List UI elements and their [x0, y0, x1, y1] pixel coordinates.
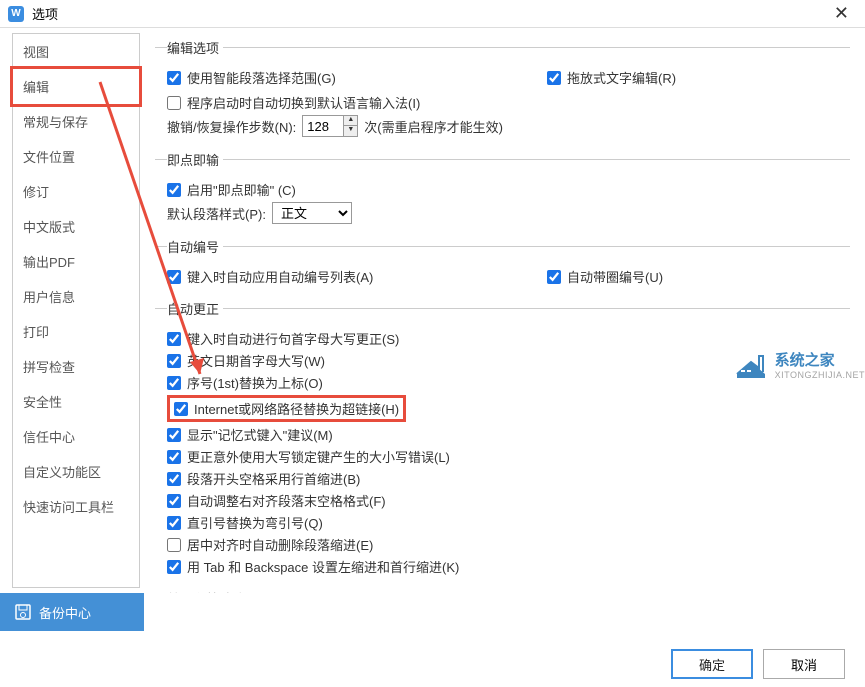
label-date-cap: 英文日期首字母大写(W) — [187, 351, 325, 370]
checkbox-autocomplete[interactable] — [167, 428, 181, 442]
label-center-indent: 居中对齐时自动删除段落缩进(E) — [187, 535, 373, 554]
fieldset-edit-options: 编辑选项 使用智能段落选择范围(G) 拖放式文字编辑(R) 程序启动时自动切换到… — [155, 38, 850, 142]
cancel-button[interactable]: 取消 — [763, 649, 845, 679]
sidebar-item-user-info[interactable]: 用户信息 — [13, 279, 139, 314]
checkbox-para-indent[interactable] — [167, 472, 181, 486]
legend-click: 即点即输 — [167, 150, 223, 169]
checkbox-center-indent[interactable] — [167, 538, 181, 552]
sidebar-item-export-pdf[interactable]: 输出PDF — [13, 244, 139, 279]
watermark: 系统之家 XITONGZHIJIA.NET — [733, 348, 865, 380]
checkbox-capslock-correct[interactable] — [167, 450, 181, 464]
label-tab-indent: 用 Tab 和 Backspace 设置左缩进和首行缩进(K) — [187, 557, 459, 576]
checkbox-internet-hyperlink[interactable] — [174, 402, 188, 416]
checkbox-right-align-space[interactable] — [167, 494, 181, 508]
label-autocomplete: 显示"记忆式键入"建议(M) — [187, 425, 333, 444]
checkbox-auto-list[interactable] — [167, 270, 181, 284]
watermark-title: 系统之家 — [775, 349, 865, 370]
label-smart-paragraph: 使用智能段落选择范围(G) — [187, 68, 336, 87]
label-smart-quotes: 直引号替换为弯引号(Q) — [187, 513, 323, 532]
sidebar-item-general-save[interactable]: 常规与保存 — [13, 104, 139, 139]
ok-button[interactable]: 确定 — [671, 649, 753, 679]
undo-steps-input[interactable] — [303, 116, 343, 136]
sidebar-item-print[interactable]: 打印 — [13, 314, 139, 349]
label-capslock-correct: 更正意外使用大写锁定键产生的大小写错误(L) — [187, 447, 450, 466]
sidebar: 视图 编辑 常规与保存 文件位置 修订 中文版式 输出PDF 用户信息 打印 拼… — [12, 33, 140, 588]
label-ordinal-super: 序号(1st)替换为上标(O) — [187, 373, 323, 392]
checkbox-auto-circle[interactable] — [547, 270, 561, 284]
checkbox-smart-quotes[interactable] — [167, 516, 181, 530]
legend-edit: 编辑选项 — [167, 38, 223, 57]
fieldset-cut-paste: 剪切和粘贴选项 — [155, 589, 850, 593]
fieldset-auto-number: 自动编号 键入时自动应用自动编号列表(A) 自动带圈编号(U) — [155, 237, 850, 291]
label-undo-suffix: 次(需重启程序才能生效) — [364, 117, 503, 136]
backup-center-button[interactable]: 备份中心 — [0, 593, 144, 631]
label-auto-ime: 程序启动时自动切换到默认语言输入法(I) — [187, 93, 420, 112]
sidebar-item-spellcheck[interactable]: 拼写检查 — [13, 349, 139, 384]
sidebar-item-trust-center[interactable]: 信任中心 — [13, 419, 139, 454]
window-title: 选项 — [32, 4, 58, 23]
checkbox-tab-indent[interactable] — [167, 560, 181, 574]
sidebar-item-quick-access[interactable]: 快速访问工具栏 — [13, 489, 139, 524]
checkbox-sentence-cap[interactable] — [167, 332, 181, 346]
checkbox-auto-ime[interactable] — [167, 96, 181, 110]
titlebar: W 选项 ✕ — [0, 0, 865, 28]
label-default-style: 默认段落样式(P): — [167, 204, 266, 223]
label-auto-list: 键入时自动应用自动编号列表(A) — [187, 267, 373, 286]
sidebar-item-view[interactable]: 视图 — [13, 34, 139, 69]
close-icon[interactable]: ✕ — [826, 3, 857, 24]
label-right-align-space: 自动调整右对齐段落末空格格式(F) — [187, 491, 386, 510]
spinner-up-icon[interactable]: ▲ — [344, 116, 357, 126]
sidebar-item-edit[interactable]: 编辑 — [10, 66, 142, 107]
spinner-down-icon[interactable]: ▼ — [344, 126, 357, 136]
checkbox-smart-paragraph[interactable] — [167, 71, 181, 85]
watermark-subtitle: XITONGZHIJIA.NET — [775, 370, 865, 380]
sidebar-item-file-location[interactable]: 文件位置 — [13, 139, 139, 174]
checkbox-enable-click[interactable] — [167, 183, 181, 197]
fieldset-autocorrect: 自动更正 键入时自动进行句首字母大写更正(S) 英文日期首字母大写(W) 序号(… — [155, 299, 850, 581]
checkbox-date-cap[interactable] — [167, 354, 181, 368]
label-sentence-cap: 键入时自动进行句首字母大写更正(S) — [187, 329, 399, 348]
backup-center-label: 备份中心 — [39, 603, 91, 622]
label-para-indent: 段落开头空格采用行首缩进(B) — [187, 469, 360, 488]
disk-icon — [15, 604, 31, 620]
fieldset-click-type: 即点即输 启用"即点即输" (C) 默认段落样式(P): 正文 — [155, 150, 850, 229]
label-auto-circle: 自动带圈编号(U) — [567, 267, 663, 286]
checkbox-drag-edit[interactable] — [547, 71, 561, 85]
legend-cutpaste: 剪切和粘贴选项 — [167, 589, 262, 593]
select-default-style[interactable]: 正文 — [272, 202, 352, 224]
legend-autonum: 自动编号 — [167, 237, 223, 256]
footer-area: 备份中心 确定 取消 — [0, 593, 865, 687]
sidebar-item-security[interactable]: 安全性 — [13, 384, 139, 419]
label-internet-hyperlink: Internet或网络路径替换为超链接(H) — [194, 399, 399, 418]
sidebar-item-revision[interactable]: 修订 — [13, 174, 139, 209]
main-area: 视图 编辑 常规与保存 文件位置 修订 中文版式 输出PDF 用户信息 打印 拼… — [0, 28, 865, 593]
undo-steps-spinner[interactable]: ▲ ▼ — [302, 115, 358, 137]
label-enable-click: 启用"即点即输" (C) — [187, 180, 296, 199]
label-undo-steps: 撤销/恢复操作步数(N): — [167, 117, 296, 136]
content-panel: 编辑选项 使用智能段落选择范围(G) 拖放式文字编辑(R) 程序启动时自动切换到… — [140, 28, 865, 593]
legend-autocorrect: 自动更正 — [167, 299, 223, 318]
watermark-logo-icon — [733, 348, 769, 380]
app-icon: W — [8, 6, 24, 22]
sidebar-item-chinese-layout[interactable]: 中文版式 — [13, 209, 139, 244]
label-drag-edit: 拖放式文字编辑(R) — [567, 68, 676, 87]
checkbox-ordinal-super[interactable] — [167, 376, 181, 390]
sidebar-item-custom-ribbon[interactable]: 自定义功能区 — [13, 454, 139, 489]
